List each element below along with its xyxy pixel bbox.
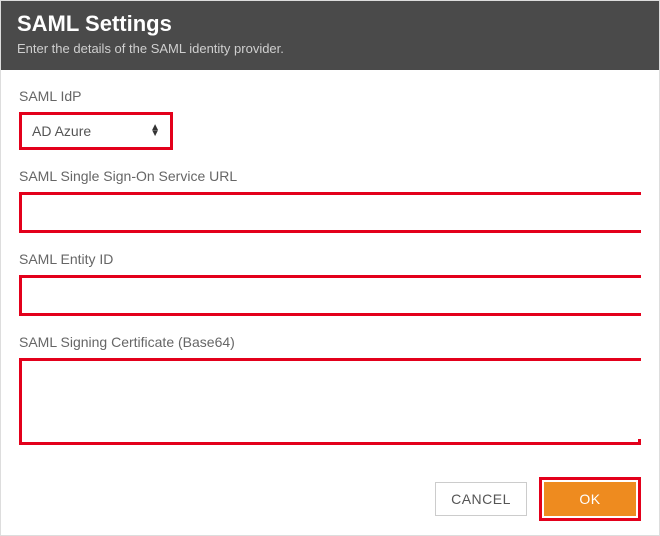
highlight-box [19,192,641,233]
saml-settings-dialog: SAML Settings Enter the details of the S… [0,0,660,536]
field-signing-cert: SAML Signing Certificate (Base64) [19,334,641,445]
sso-url-input[interactable] [22,195,642,230]
dialog-footer: CANCEL OK [1,463,659,535]
dialog-body: SAML IdP AD Azure ▲▼ SAML Single Sign-On… [1,70,659,445]
saml-idp-select[interactable]: AD Azure ▲▼ [22,115,170,147]
sort-caret-icon: ▲▼ [150,125,160,137]
dialog-subtitle: Enter the details of the SAML identity p… [17,41,643,56]
saml-idp-label: SAML IdP [19,88,641,104]
highlight-box: OK [539,477,641,521]
entity-id-input[interactable] [22,278,642,313]
ok-button[interactable]: OK [544,482,636,516]
field-sso-url: SAML Single Sign-On Service URL [19,168,641,233]
saml-idp-selected-value: AD Azure [32,123,91,139]
dialog-title: SAML Settings [17,11,643,37]
field-saml-idp: SAML IdP AD Azure ▲▼ [19,88,641,150]
highlight-box [19,275,641,316]
signing-cert-label: SAML Signing Certificate (Base64) [19,334,641,350]
dialog-header: SAML Settings Enter the details of the S… [1,1,659,70]
entity-id-label: SAML Entity ID [19,251,641,267]
sso-url-label: SAML Single Sign-On Service URL [19,168,641,184]
highlight-box: AD Azure ▲▼ [19,112,173,150]
field-entity-id: SAML Entity ID [19,251,641,316]
signing-cert-textarea[interactable] [22,361,642,439]
highlight-box [19,358,641,445]
cancel-button[interactable]: CANCEL [435,482,527,516]
